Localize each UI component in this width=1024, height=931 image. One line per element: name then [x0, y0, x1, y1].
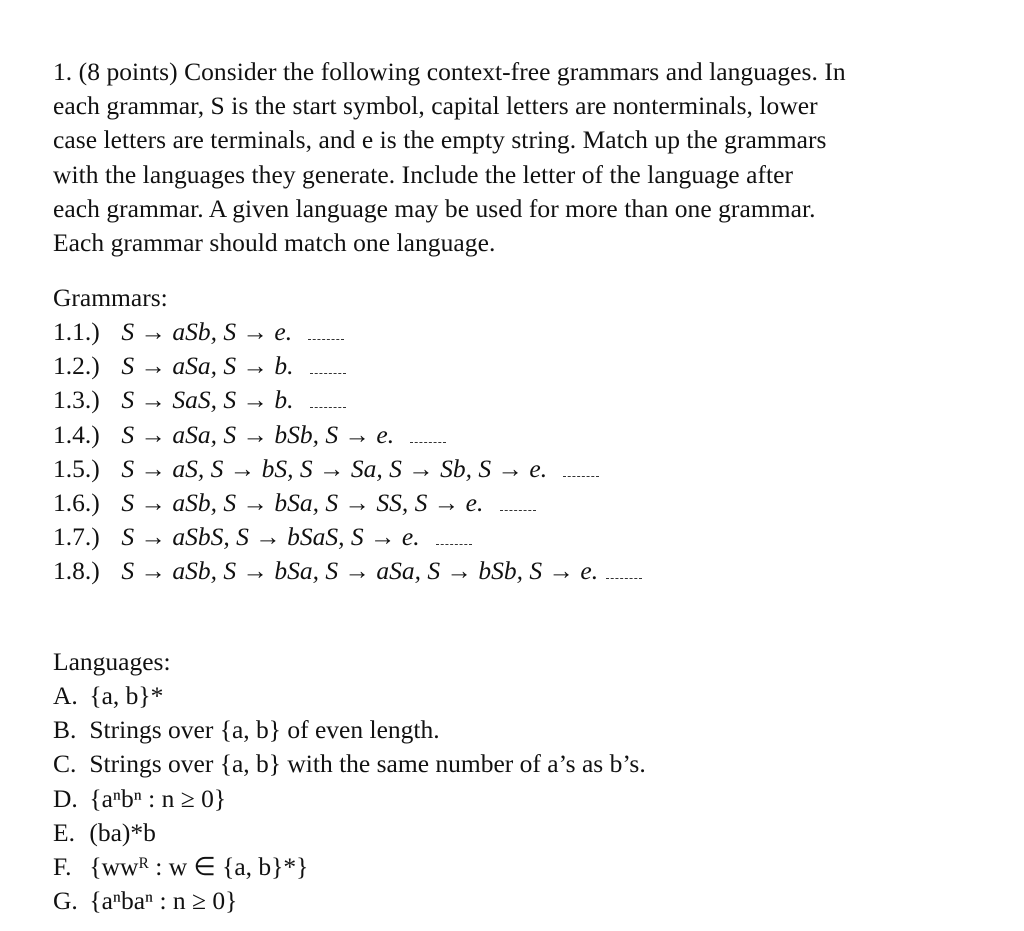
- grammar-item: 1.3.) S → SaS, S → b.: [53, 383, 642, 417]
- grammar-label: 1.4.): [53, 419, 100, 449]
- grammar-item: 1.1.) S → aSb, S → e.: [53, 315, 642, 349]
- language-item: B. Strings over {a, b} of even length.: [53, 713, 646, 747]
- language-letter: F.: [53, 852, 72, 882]
- language-letter: D.: [53, 783, 78, 813]
- languages-title: Languages:: [53, 647, 171, 676]
- question-number: 1.: [53, 57, 73, 86]
- language-description: {wwᴿ : w ∈ {a, b}*}: [89, 852, 309, 882]
- language-description: {aⁿbaⁿ : n ≥ 0}: [89, 886, 238, 916]
- grammar-item: 1.4.) S → aSa, S → bSb, S → e.: [53, 418, 642, 452]
- intro-line: with the languages they generate. Includ…: [53, 159, 794, 189]
- grammar-rules: S → aSbS, S → bSaS, S → e.: [121, 522, 420, 552]
- language-description: Strings over {a, b} of even length.: [89, 715, 440, 745]
- intro-line: Consider the following context-free gram…: [184, 57, 846, 86]
- grammar-rules: S → aSb, S → e.: [121, 317, 293, 346]
- grammar-label: 1.7.): [53, 522, 100, 552]
- language-item: G. {aⁿbaⁿ : n ≥ 0}: [53, 884, 646, 918]
- grammar-item: 1.8.) S → aSb, S → bSa, S → aSa, S → bSb…: [53, 554, 643, 588]
- language-letter: A.: [53, 681, 78, 710]
- answer-blank[interactable]: [499, 504, 536, 512]
- intro-line: each grammar. A given language may be us…: [53, 193, 816, 223]
- grammar-rules: S → aSa, S → b.: [121, 351, 294, 381]
- intro-line: Each grammar should match one language.: [53, 228, 496, 258]
- grammar-item: 1.6.) S → aSb, S → bSa, S → SS, S → e.: [53, 486, 642, 520]
- language-item: C. Strings over {a, b} with the same num…: [53, 747, 646, 781]
- answer-blank[interactable]: [435, 538, 472, 546]
- grammar-rules: S → aSa, S → bSb, S → e.: [121, 419, 395, 449]
- language-item: A. {a, b}*: [53, 679, 646, 713]
- grammars-title: Grammars:: [53, 283, 168, 312]
- grammar-label: 1.5.): [53, 453, 100, 483]
- intro-line: each grammar, S is the start symbol, cap…: [53, 91, 818, 121]
- language-description: {aⁿbⁿ : n ≥ 0}: [89, 783, 227, 813]
- answer-blank[interactable]: [309, 367, 346, 375]
- answer-blank[interactable]: [308, 333, 345, 340]
- grammar-item: 1.5.) S → aS, S → bS, S → Sa, S → Sb, S …: [53, 452, 642, 486]
- language-description: (ba)*b: [89, 817, 156, 847]
- grammar-label: 1.3.): [53, 385, 100, 415]
- answer-blank[interactable]: [309, 401, 346, 409]
- language-letter: C.: [53, 749, 77, 779]
- grammar-label: 1.2.): [53, 351, 100, 381]
- language-letter: G.: [53, 886, 78, 916]
- answer-blank[interactable]: [606, 572, 643, 580]
- grammar-rules: S → aS, S → bS, S → Sa, S → Sb, S → e.: [121, 453, 548, 483]
- intro-line: case letters are terminals, and e is the…: [53, 125, 827, 155]
- grammar-label: 1.8.): [53, 556, 100, 586]
- languages-section: Languages: A. {a, b}* B. Strings over {a…: [53, 645, 646, 918]
- question-page: 1. (8 points) Consider the following con…: [53, 55, 983, 915]
- answer-blank[interactable]: [410, 436, 447, 443]
- answer-blank[interactable]: [563, 470, 600, 477]
- grammar-item: 1.7.) S → aSbS, S → bSaS, S → e.: [53, 520, 642, 554]
- language-item: D. {aⁿbⁿ : n ≥ 0}: [53, 782, 646, 816]
- question-points: (8 points): [78, 57, 178, 86]
- language-item: F. {wwᴿ : w ∈ {a, b}*}: [53, 850, 646, 884]
- grammars-section: Grammars: 1.1.) S → aSb, S → e. 1.2.) S …: [53, 281, 643, 589]
- language-letter: B.: [53, 715, 77, 745]
- grammar-label: 1.6.): [53, 488, 100, 518]
- grammar-rules: S → aSb, S → bSa, S → aSa, S → bSb, S → …: [121, 556, 599, 586]
- grammar-item: 1.2.) S → aSa, S → b.: [53, 349, 642, 383]
- language-description: {a, b}*: [89, 681, 164, 710]
- language-description: Strings over {a, b} with the same number…: [89, 749, 646, 779]
- language-letter: E.: [53, 817, 75, 847]
- grammar-label: 1.1.): [53, 317, 100, 346]
- grammar-rules: S → SaS, S → b.: [121, 385, 294, 415]
- language-item: E. (ba)*b: [53, 816, 646, 850]
- grammar-rules: S → aSb, S → bSa, S → SS, S → e.: [121, 488, 484, 518]
- question-intro: 1. (8 points) Consider the following con…: [53, 55, 979, 260]
